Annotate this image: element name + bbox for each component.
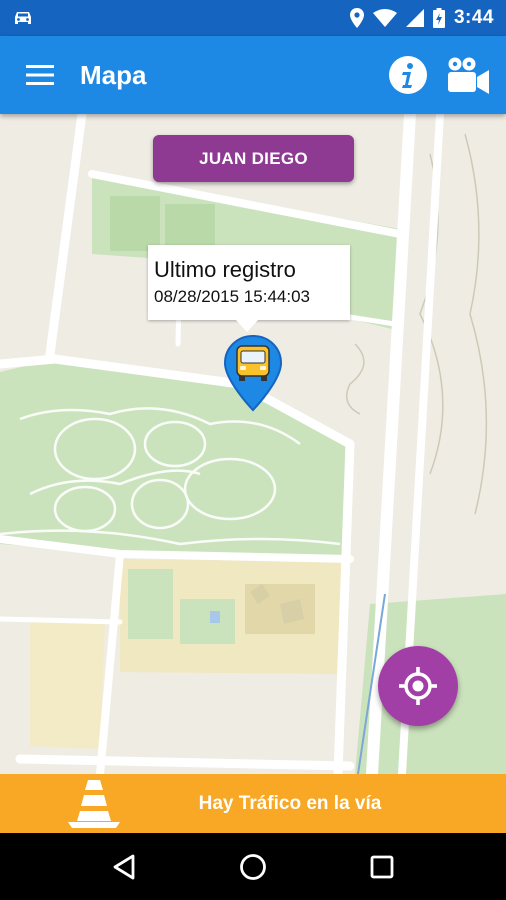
back-icon: [113, 854, 135, 879]
my-location-button[interactable]: [378, 646, 458, 726]
menu-button[interactable]: [0, 36, 80, 114]
signal-icon: [405, 9, 424, 27]
status-icons: 3:44: [349, 7, 494, 29]
traffic-label: Hay Tráfico en la vía: [198, 792, 382, 814]
video-camera-icon: [448, 57, 489, 94]
car-icon: [15, 12, 31, 24]
map-view[interactable]: JUAN DIEGO Ultimo registro 08/28/2015 15…: [0, 114, 506, 774]
location-icon: [349, 8, 364, 28]
video-button[interactable]: [438, 36, 498, 114]
route-chip[interactable]: JUAN DIEGO: [153, 135, 354, 182]
screen: 3:44 Mapa JUAN DIEGO Ultimo registro 08/…: [0, 0, 506, 900]
status-bar: 3:44: [0, 0, 506, 36]
menu-icon: [26, 65, 54, 85]
my-location-icon: [399, 667, 437, 705]
recents-icon: [370, 855, 394, 878]
home-button[interactable]: [223, 837, 283, 897]
info-window-title: Ultimo registro: [154, 257, 296, 282]
traffic-bar[interactable]: Hay Tráfico en la vía: [0, 774, 506, 833]
bus-marker[interactable]: [223, 334, 283, 412]
recents-button[interactable]: [352, 837, 412, 897]
wifi-icon: [372, 9, 397, 27]
info-icon: [389, 56, 427, 94]
app-bar: Mapa: [0, 36, 506, 114]
info-window[interactable]: Ultimo registro 08/28/2015 15:44:03: [148, 245, 350, 332]
info-window-datetime: 08/28/2015 15:44:03: [154, 287, 310, 306]
bus-icon: [236, 345, 270, 381]
page-title: Mapa: [80, 59, 147, 90]
battery-charging-icon: [432, 8, 445, 28]
system-nav-bar: [0, 833, 506, 900]
back-button[interactable]: [94, 837, 154, 897]
info-button[interactable]: [378, 36, 438, 114]
home-icon: [240, 853, 266, 880]
clock: 3:44: [453, 7, 494, 28]
